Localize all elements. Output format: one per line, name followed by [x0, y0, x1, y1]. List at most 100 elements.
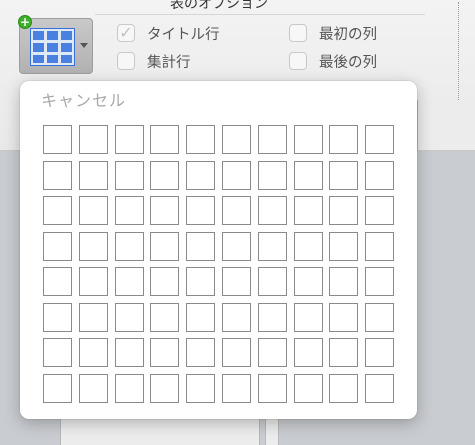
grid-cell[interactable] — [329, 302, 359, 332]
grid-cell[interactable] — [78, 338, 108, 367]
grid-cell[interactable] — [186, 338, 216, 367]
grid-cell[interactable] — [150, 160, 180, 190]
grid-cell[interactable] — [293, 196, 323, 225]
grid-cell[interactable] — [257, 338, 287, 367]
grid-cell[interactable] — [365, 196, 395, 225]
grid-cell[interactable] — [257, 231, 287, 261]
chevron-down-icon[interactable] — [80, 43, 88, 48]
option-last-column[interactable]: 最後の列 — [289, 50, 377, 72]
grid-cell[interactable] — [78, 302, 108, 332]
grid-cell[interactable] — [43, 302, 72, 332]
grid-cell[interactable] — [329, 160, 359, 190]
option-label-last-column: 最後の列 — [319, 54, 377, 71]
grid-cell[interactable] — [257, 160, 287, 190]
grid-cell[interactable] — [365, 125, 395, 154]
grid-cell[interactable] — [293, 302, 323, 332]
checkbox-last-column[interactable] — [289, 52, 307, 70]
grid-cell[interactable] — [329, 373, 359, 403]
grid-cell[interactable] — [293, 125, 323, 154]
grid-cell[interactable] — [221, 373, 251, 403]
grid-cell[interactable] — [365, 160, 395, 190]
checkbox-total-row[interactable] — [117, 52, 135, 70]
grid-cell[interactable] — [150, 302, 180, 332]
insert-table-button[interactable]: + — [18, 15, 93, 74]
grid-cell[interactable] — [78, 125, 108, 154]
grid-cell[interactable] — [257, 302, 287, 332]
grid-cell[interactable] — [365, 267, 395, 296]
grid-cell[interactable] — [43, 267, 72, 296]
check-icon: ✓ — [119, 23, 133, 42]
grid-cell[interactable] — [114, 302, 144, 332]
grid-cell[interactable] — [114, 231, 144, 261]
grid-cell[interactable] — [221, 267, 251, 296]
cancel-button[interactable]: キャンセル — [41, 87, 126, 111]
grid-cell[interactable] — [114, 125, 144, 154]
option-label-total-row: 集計行 — [147, 54, 191, 71]
table-options-group-title: 表のオプション — [170, 0, 268, 12]
grid-cell[interactable] — [43, 373, 72, 403]
grid-cell[interactable] — [150, 125, 180, 154]
grid-cell[interactable] — [78, 373, 108, 403]
grid-cell[interactable] — [186, 373, 216, 403]
grid-cell[interactable] — [221, 302, 251, 332]
table-size-grid[interactable] — [43, 125, 395, 403]
grid-cell[interactable] — [43, 338, 72, 367]
grid-cell[interactable] — [186, 160, 216, 190]
grid-cell[interactable] — [78, 196, 108, 225]
grid-cell[interactable] — [221, 125, 251, 154]
grid-cell[interactable] — [114, 267, 144, 296]
option-label-title-row: タイトル行 — [147, 26, 220, 43]
grid-cell[interactable] — [150, 338, 180, 367]
grid-cell[interactable] — [114, 373, 144, 403]
grid-cell[interactable] — [365, 231, 395, 261]
grid-cell[interactable] — [78, 231, 108, 261]
checkbox-title-row[interactable]: ✓ — [117, 24, 135, 42]
grid-cell[interactable] — [329, 196, 359, 225]
option-total-row[interactable]: 集計行 — [117, 50, 191, 72]
grid-cell[interactable] — [43, 160, 72, 190]
grid-cell[interactable] — [186, 196, 216, 225]
grid-cell[interactable] — [78, 160, 108, 190]
grid-cell[interactable] — [78, 267, 108, 296]
grid-cell[interactable] — [365, 373, 395, 403]
grid-cell[interactable] — [329, 338, 359, 367]
grid-cell[interactable] — [114, 338, 144, 367]
group-divider — [95, 14, 425, 15]
grid-cell[interactable] — [221, 160, 251, 190]
grid-cell[interactable] — [257, 125, 287, 154]
grid-cell[interactable] — [293, 267, 323, 296]
grid-cell[interactable] — [43, 196, 72, 225]
option-title-row[interactable]: ✓ タイトル行 — [117, 22, 220, 44]
grid-cell[interactable] — [293, 231, 323, 261]
grid-cell[interactable] — [257, 196, 287, 225]
grid-cell[interactable] — [150, 231, 180, 261]
grid-cell[interactable] — [329, 267, 359, 296]
grid-cell[interactable] — [329, 125, 359, 154]
grid-cell[interactable] — [150, 196, 180, 225]
grid-cell[interactable] — [186, 267, 216, 296]
grid-cell[interactable] — [221, 338, 251, 367]
grid-cell[interactable] — [365, 338, 395, 367]
grid-cell[interactable] — [293, 338, 323, 367]
grid-cell[interactable] — [257, 373, 287, 403]
grid-cell[interactable] — [365, 302, 395, 332]
option-label-first-column: 最初の列 — [319, 26, 377, 43]
grid-cell[interactable] — [221, 231, 251, 261]
grid-cell[interactable] — [114, 196, 144, 225]
grid-cell[interactable] — [43, 231, 72, 261]
grid-cell[interactable] — [329, 231, 359, 261]
grid-cell[interactable] — [293, 373, 323, 403]
grid-cell[interactable] — [257, 267, 287, 296]
grid-cell[interactable] — [150, 373, 180, 403]
grid-cell[interactable] — [114, 160, 144, 190]
grid-cell[interactable] — [43, 125, 72, 154]
grid-cell[interactable] — [186, 231, 216, 261]
insert-table-popup: キャンセル — [20, 81, 417, 419]
grid-cell[interactable] — [221, 196, 251, 225]
grid-cell[interactable] — [293, 160, 323, 190]
grid-cell[interactable] — [186, 302, 216, 332]
option-first-column[interactable]: 最初の列 — [289, 22, 377, 44]
checkbox-first-column[interactable] — [289, 24, 307, 42]
grid-cell[interactable] — [150, 267, 180, 296]
grid-cell[interactable] — [186, 125, 216, 154]
